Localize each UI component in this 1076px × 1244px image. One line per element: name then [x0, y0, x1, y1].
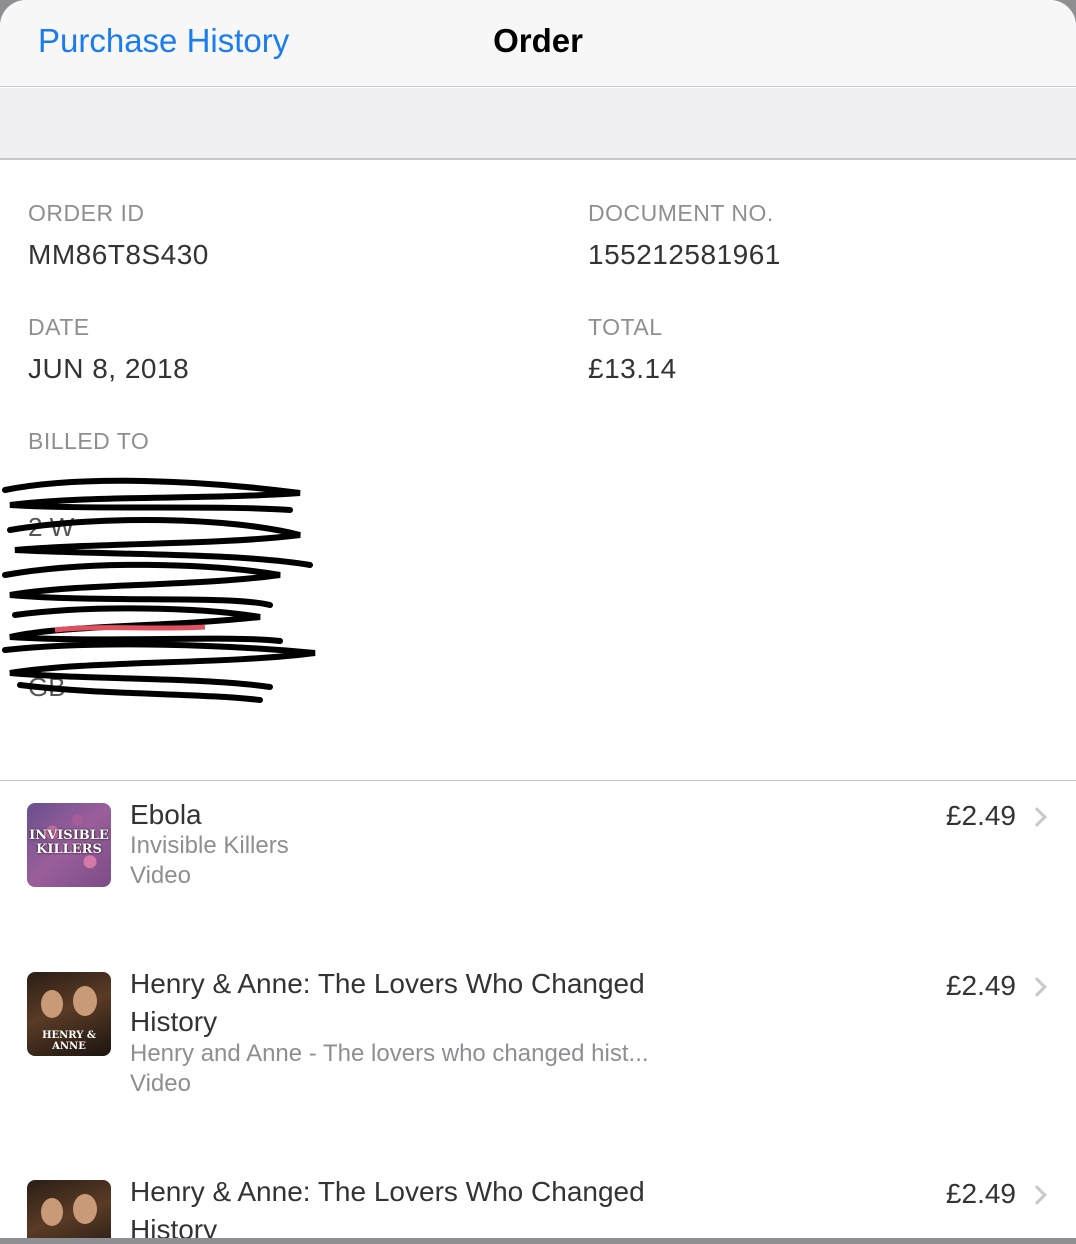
navigation-bar: Purchase History Order — [0, 0, 1076, 87]
order-id-value: MM86T8S430 — [28, 239, 209, 270]
total-value: £13.14 — [588, 353, 677, 384]
date-field: DATE JUN 8, 2018 — [28, 314, 189, 385]
order-sheet: Purchase History Order ORDER ID MM86T8S4… — [0, 0, 1076, 1238]
billed-to-label: BILLED TO — [28, 428, 150, 454]
portrait-figure — [41, 990, 63, 1018]
item-price: £2.49 — [945, 1178, 1016, 1209]
date-label: DATE — [28, 314, 90, 340]
total-label: TOTAL — [588, 314, 663, 340]
item-kind: Video — [130, 862, 191, 889]
chevron-right-icon — [1027, 977, 1047, 997]
item-title: Henry & Anne: The Lovers Who Changed His… — [130, 1176, 645, 1238]
thumbnail-text: HENRY & ANNE — [42, 1030, 96, 1052]
list-item[interactable]: HENRY & ANNE Henry & Anne: The Lovers Wh… — [0, 968, 1076, 1108]
item-price: £2.49 — [945, 800, 1016, 831]
document-no-value: 155212581961 — [588, 239, 781, 270]
list-item[interactable]: Henry & Anne: The Lovers Who Changed His… — [0, 1176, 1076, 1238]
item-kind: Video — [130, 1070, 191, 1097]
list-item[interactable]: INVISIBLE KILLERS Ebola Invisible Killer… — [0, 799, 1076, 920]
item-subtitle: Henry and Anne - The lovers who changed … — [130, 1040, 649, 1067]
item-thumbnail: INVISIBLE KILLERS — [27, 803, 111, 887]
order-id-field: ORDER ID MM86T8S430 — [28, 200, 209, 271]
redaction-scribble — [2, 477, 316, 703]
portrait-figure — [73, 1194, 97, 1224]
thumbnail-text: INVISIBLE KILLERS — [29, 828, 109, 857]
total-field: TOTAL £13.14 — [588, 314, 677, 385]
portrait-figure — [41, 1198, 63, 1226]
page-title: Order — [493, 22, 583, 59]
item-title: Henry & Anne: The Lovers Who Changed His… — [130, 968, 645, 1037]
item-price: £2.49 — [945, 970, 1016, 1001]
section-divider — [0, 780, 1076, 781]
chevron-right-icon — [1027, 807, 1047, 827]
item-thumbnail: HENRY & ANNE — [27, 972, 111, 1056]
document-no-label: DOCUMENT NO. — [588, 200, 774, 226]
order-id-label: ORDER ID — [28, 200, 145, 226]
item-title: Ebola — [130, 799, 202, 830]
item-thumbnail — [27, 1180, 111, 1238]
portrait-figure — [73, 986, 97, 1016]
date-value: JUN 8, 2018 — [28, 353, 190, 384]
document-no-field: DOCUMENT NO. 155212581961 — [588, 200, 781, 271]
chevron-right-icon — [1027, 1185, 1047, 1205]
toolbar-strip — [0, 88, 1076, 160]
item-subtitle: Invisible Killers — [130, 832, 289, 859]
bottom-edge — [0, 1238, 1076, 1244]
